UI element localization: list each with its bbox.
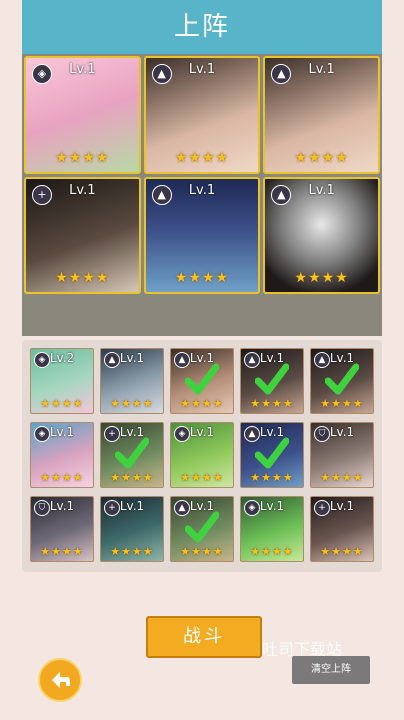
level-label: Lv.1 — [259, 499, 285, 513]
selected-check-icon — [115, 437, 149, 469]
team-slot-2[interactable]: ▲ Lv.1 ★★★★ — [143, 56, 261, 174]
level-label: Lv.1 — [329, 425, 355, 439]
level-label: Lv.1 — [329, 499, 355, 513]
roster-card[interactable]: + Lv.1 ★★★★ — [100, 496, 164, 562]
page-title: 上阵 — [22, 0, 382, 54]
roster-panel: ◈ Lv.2 ★★★★ ▲ Lv.1 ★★★★ ▲ Lv.1 ★★★★ ▲ Lv.1 ★★★★ ▲ Lv.… — [22, 340, 382, 572]
roster-card[interactable]: ▲ Lv.1 ★★★★ — [100, 348, 164, 414]
level-label: Lv.1 — [308, 182, 335, 198]
level-label: Lv.1 — [189, 425, 215, 439]
star-rating: ★★★★ — [174, 270, 230, 286]
level-label: Lv.1 — [49, 425, 75, 439]
selected-check-icon — [325, 363, 359, 395]
team-slot-6[interactable]: ▲ Lv.1 ★★★★ — [263, 176, 380, 294]
team-slot-5[interactable]: ▲ Lv.1 ★★★★ — [143, 176, 261, 294]
star-rating: ★★★★ — [250, 545, 294, 558]
back-arrow-icon — [52, 672, 70, 688]
level-label: Lv.1 — [49, 499, 75, 513]
selected-check-icon — [185, 363, 219, 395]
roster-grid: ◈ Lv.2 ★★★★ ▲ Lv.1 ★★★★ ▲ Lv.1 ★★★★ ▲ Lv.1 ★★★★ ▲ Lv.… — [30, 348, 376, 566]
selected-check-icon — [255, 363, 289, 395]
level-label: Lv.1 — [308, 62, 335, 77]
star-rating: ★★★★ — [55, 149, 110, 166]
level-label: Lv.1 — [188, 182, 216, 198]
selected-check-icon — [255, 437, 289, 469]
star-rating: ★★★★ — [294, 149, 349, 166]
level-label: Lv.1 — [188, 62, 216, 77]
empty-row — [24, 296, 380, 336]
level-label: Lv.2 — [49, 351, 75, 365]
roster-card[interactable]: ▲ Lv.1 ★★★★ — [170, 496, 234, 562]
star-rating: ★★★★ — [40, 545, 84, 558]
star-rating: ★★★★ — [40, 471, 84, 484]
roster-card[interactable]: ▲ Lv.1 ★★★★ — [310, 348, 374, 414]
roster-card[interactable]: + Lv.1 ★★★★ — [310, 496, 374, 562]
level-label: Lv.1 — [119, 499, 145, 513]
star-rating: ★★★★ — [320, 545, 364, 558]
roster-card[interactable]: ▲ Lv.1 ★★★★ — [240, 422, 304, 488]
star-rating: ★★★★ — [320, 471, 364, 484]
level-label: Lv.1 — [119, 351, 145, 365]
roster-card[interactable]: ◈ Lv.1 ★★★★ — [30, 422, 94, 488]
star-rating: ★★★★ — [40, 397, 84, 410]
roster-card[interactable]: ⛉ Lv.1 ★★★★ — [30, 496, 94, 562]
team-grid: ◈ Lv.1 ★★★★ ▲ Lv.1 ★★★★ ▲ Lv.1 ★★★★ + Lv… — [24, 56, 380, 294]
star-rating: ★★★★ — [174, 149, 230, 166]
roster-card[interactable]: + Lv.1 ★★★★ — [100, 422, 164, 488]
team-slot-3[interactable]: ▲ Lv.1 ★★★★ — [263, 56, 380, 174]
roster-card[interactable]: ◈ Lv.1 ★★★★ — [170, 422, 234, 488]
fight-button[interactable]: 战斗 — [146, 616, 262, 658]
roster-card[interactable]: ◈ Lv.1 ★★★★ — [240, 496, 304, 562]
star-rating: ★★★★ — [180, 471, 224, 484]
roster-card[interactable]: ▲ Lv.1 ★★★★ — [170, 348, 234, 414]
roster-card[interactable]: ▲ Lv.1 ★★★★ — [240, 348, 304, 414]
selected-check-icon — [185, 511, 219, 543]
star-rating: ★★★★ — [55, 270, 110, 286]
level-label: Lv.1 — [69, 182, 96, 198]
star-rating: ★★★★ — [110, 545, 154, 558]
star-rating: ★★★★ — [294, 270, 349, 286]
back-button[interactable] — [38, 658, 82, 702]
roster-card[interactable]: ⛉ Lv.1 ★★★★ — [310, 422, 374, 488]
team-slot-4[interactable]: + Lv.1 ★★★★ — [24, 176, 141, 294]
level-label: Lv.1 — [69, 62, 96, 77]
team-slot-1[interactable]: ◈ Lv.1 ★★★★ — [24, 56, 141, 174]
roster-card[interactable]: ◈ Lv.2 ★★★★ — [30, 348, 94, 414]
star-rating: ★★★★ — [110, 397, 154, 410]
clear-team-button[interactable]: 清空上阵 — [292, 656, 370, 684]
